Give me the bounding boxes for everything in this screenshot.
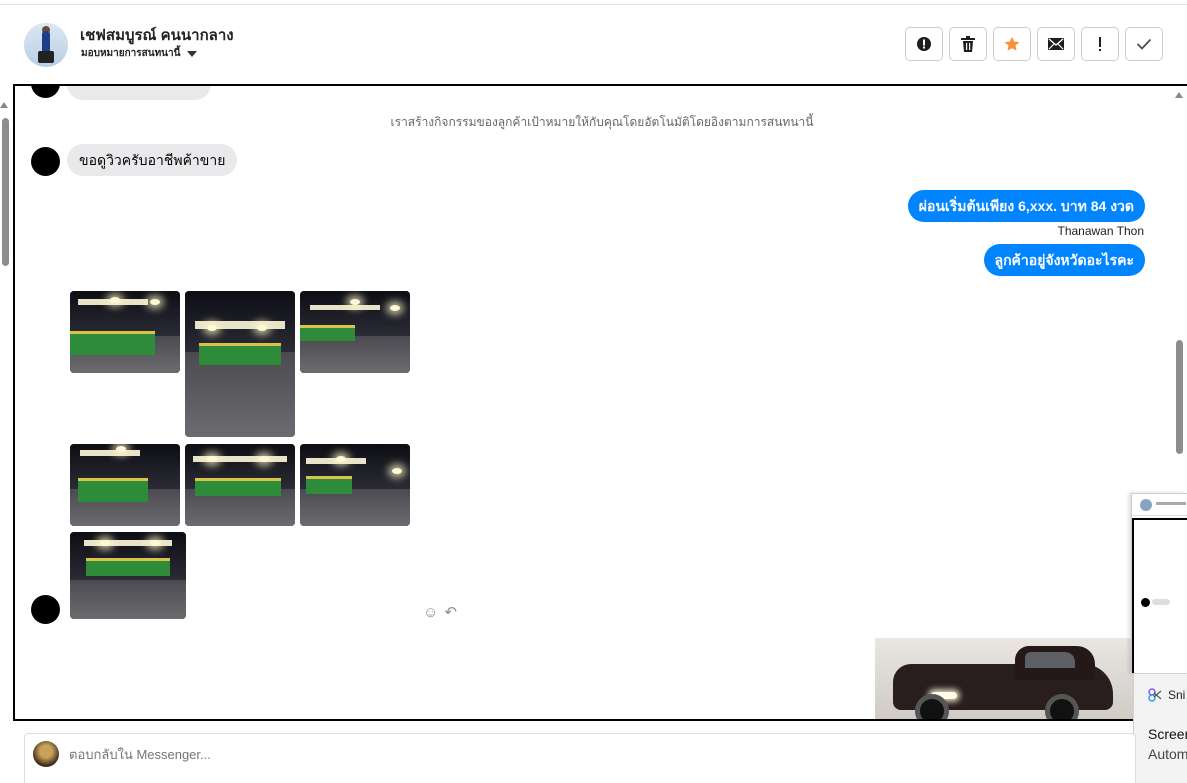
outgoing-sender-name: Thanawan Thon <box>1057 224 1144 238</box>
notification-body: Autom <box>1148 746 1187 762</box>
contact-name[interactable]: เชฟสมบูรณ์ คนนากลาง <box>80 23 234 47</box>
notification-title: Screen <box>1148 726 1187 742</box>
sender-avatar <box>31 595 60 624</box>
conversation-header: เชฟสมบูรณ์ คนนากลาง มอบหมายการสนทนานี้ <box>0 5 1187 85</box>
page-scrollbar[interactable] <box>2 118 9 266</box>
alert-circle-icon <box>917 37 931 51</box>
sender-avatar <box>31 86 60 98</box>
page-avatar <box>33 741 59 767</box>
delete-button[interactable] <box>949 27 987 61</box>
scroll-up-arrow-icon[interactable] <box>0 102 8 108</box>
reply-composer <box>24 733 1136 783</box>
star-button[interactable] <box>993 27 1031 61</box>
message-actions: ☺ ↶ <box>423 603 457 622</box>
scroll-up-arrow-icon[interactable] <box>1175 92 1183 98</box>
overlay-window-preview[interactable] <box>1131 493 1187 673</box>
envelope-icon <box>1048 38 1064 50</box>
thread-scrollbar[interactable] <box>1176 340 1183 454</box>
snip-notification[interactable]: Sni Screen Autom <box>1133 673 1187 783</box>
system-note: เราสร้างกิจกรรมของลูกค้าเป้าหมายให้กับคุ… <box>390 115 814 129</box>
done-button[interactable] <box>1125 27 1163 61</box>
reply-icon[interactable]: ↶ <box>444 603 457 621</box>
snip-tool-icon <box>1148 688 1162 702</box>
attached-photo[interactable] <box>185 291 295 437</box>
assign-conversation-dropdown[interactable]: มอบหมายการสนทนานี้ <box>81 46 198 61</box>
check-icon <box>1136 38 1152 50</box>
message-bubble-partial <box>67 86 211 100</box>
follow-up-button[interactable] <box>1081 27 1119 61</box>
attached-photo[interactable] <box>300 291 410 373</box>
react-emoji-icon[interactable]: ☺ <box>423 604 438 621</box>
sender-avatar <box>31 147 60 176</box>
trash-icon <box>961 36 975 52</box>
attached-photo[interactable] <box>185 444 295 526</box>
outgoing-message[interactable]: ผ่อนเริ่มต้นเพียง 6,xxx. บาท 84 งวด <box>907 190 1145 222</box>
inbox-conversation-view: เชฟสมบูรณ์ คนนากลาง มอบหมายการสนทนานี้ เ… <box>0 0 1187 783</box>
reply-input[interactable] <box>69 747 669 762</box>
contact-avatar[interactable] <box>24 23 68 67</box>
attached-photo[interactable] <box>70 291 180 373</box>
assign-label: มอบหมายการสนทนานี้ <box>81 48 181 59</box>
star-icon <box>1004 36 1020 51</box>
conversation-toolbar <box>905 27 1163 61</box>
attached-photo[interactable] <box>70 444 180 526</box>
exclamation-icon <box>1099 37 1101 51</box>
spam-button[interactable] <box>905 27 943 61</box>
car-image-preview[interactable] <box>875 638 1133 719</box>
attached-photo[interactable] <box>300 444 410 526</box>
outgoing-message[interactable]: ลูกค้าอยู่จังหวัดอะไรคะ <box>983 244 1145 276</box>
mark-unread-button[interactable] <box>1037 27 1075 61</box>
attached-photo[interactable] <box>70 532 186 619</box>
notification-app-name: Sni <box>1168 688 1186 702</box>
caret-down-icon <box>187 50 198 57</box>
incoming-message[interactable]: ขอดูวิวครับอาชีพค้าขาย <box>67 144 238 176</box>
message-thread: เราสร้างกิจกรรมของลูกค้าเป้าหมายให้กับคุ… <box>13 84 1187 721</box>
